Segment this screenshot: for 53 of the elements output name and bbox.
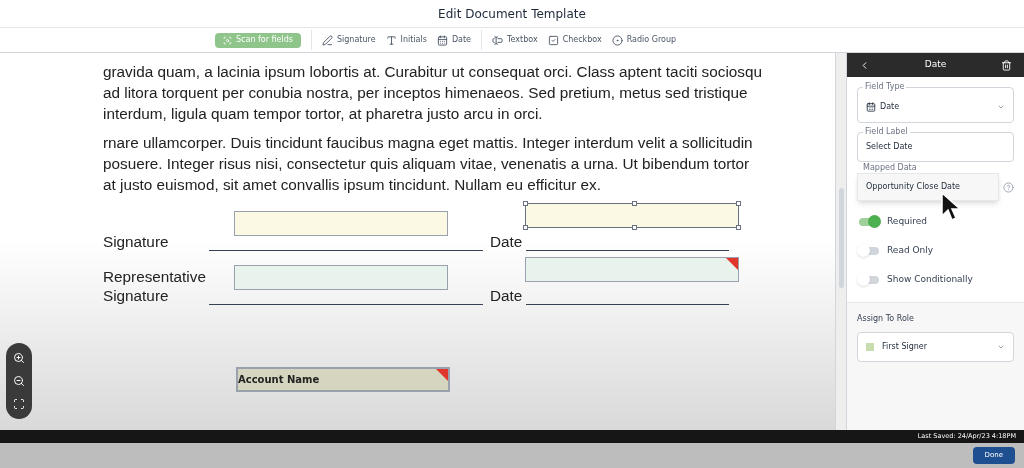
toolbar-tool-button[interactable]: Date <box>436 32 471 48</box>
pen-icon <box>321 34 333 46</box>
required-marker-icon <box>436 369 448 381</box>
role-select[interactable]: First Signer <box>857 332 1014 362</box>
toggle-switch[interactable] <box>859 217 879 226</box>
caret-icon <box>997 343 1005 351</box>
resize-handle[interactable] <box>523 201 528 206</box>
toolbar-tool-button[interactable]: Checkbox <box>547 32 602 48</box>
date-field[interactable] <box>525 203 739 228</box>
toggle-switch[interactable] <box>859 246 879 255</box>
toolbar-tool-button[interactable]: Initials <box>385 32 427 48</box>
toggle-label: Required <box>887 214 928 228</box>
dropdown-option[interactable]: Opportunity Close Date <box>857 173 999 201</box>
account-name-field[interactable]: Account Name <box>236 367 450 392</box>
required-marker-icon <box>726 258 738 270</box>
toggle-label: Show Conditionally <box>887 272 973 286</box>
calendar-icon <box>866 102 876 112</box>
toggle-label: Read Only <box>887 243 934 257</box>
date-label: Date <box>490 286 524 305</box>
signature-field[interactable] <box>234 211 448 236</box>
panel-title: Date <box>924 58 947 72</box>
scan-icon <box>223 35 232 45</box>
signature-field[interactable] <box>234 265 448 290</box>
zoom-out-icon[interactable] <box>13 375 25 387</box>
signature-label: Representative Signature <box>103 267 207 305</box>
resize-handle[interactable] <box>632 201 637 206</box>
document-paragraph: gravida quam, a lacinia ipsum lobortis at. Curabitur ut consequat orci. Class aptent taciti sociosqu ad litora torquent per conubia nostra, per inceptos himenaeos. Sed pretium, metus sed tristique interdum, ligula quam tempor tortor, at pharetra justo arcu in orci. <box>103 62 763 124</box>
delete-icon[interactable] <box>1001 59 1012 71</box>
toolbar-tool-button[interactable]: Radio Group <box>611 32 677 48</box>
calendar-icon <box>436 34 448 46</box>
mapped-data-label: Mapped Data <box>863 163 917 173</box>
caret-icon <box>997 103 1005 111</box>
window-title: Edit Document Template <box>438 5 586 23</box>
fit-to-page-icon[interactable] <box>13 397 25 410</box>
document-paragraph: rnare ullamcorper. Duis tincidunt faucibus magna eget mattis. Integer interdum velit a sollicitudin posuere. Integer risus nisi, consectetur quis aliquam vitae, venenatis a urna. Ut bibendum tortor at justo euismod, sit amet convallis ipsum tincidunt. Nullam eu efficitur ex. <box>103 133 754 195</box>
text-icon <box>385 34 397 46</box>
checkbox-icon <box>547 34 559 46</box>
toolbar-tool-button[interactable]: Signature <box>321 32 376 48</box>
resize-handle[interactable] <box>523 225 528 230</box>
toggle-switch[interactable] <box>859 275 879 284</box>
date-field[interactable] <box>525 257 739 282</box>
date-label: Date <box>490 232 524 251</box>
text-cursor-icon <box>492 34 503 46</box>
role-color-swatch <box>866 343 874 351</box>
resize-handle[interactable] <box>632 225 637 230</box>
zoom-in-icon[interactable] <box>13 352 25 365</box>
scrollbar-thumb[interactable] <box>838 188 844 288</box>
toolbar-tool-button[interactable]: Textbox <box>492 32 538 48</box>
resize-handle[interactable] <box>736 201 741 206</box>
resize-handle[interactable] <box>736 225 741 230</box>
assign-role-heading: Assign To Role <box>857 313 915 325</box>
radio-icon <box>611 34 623 46</box>
signature-label: Signature <box>103 232 170 251</box>
